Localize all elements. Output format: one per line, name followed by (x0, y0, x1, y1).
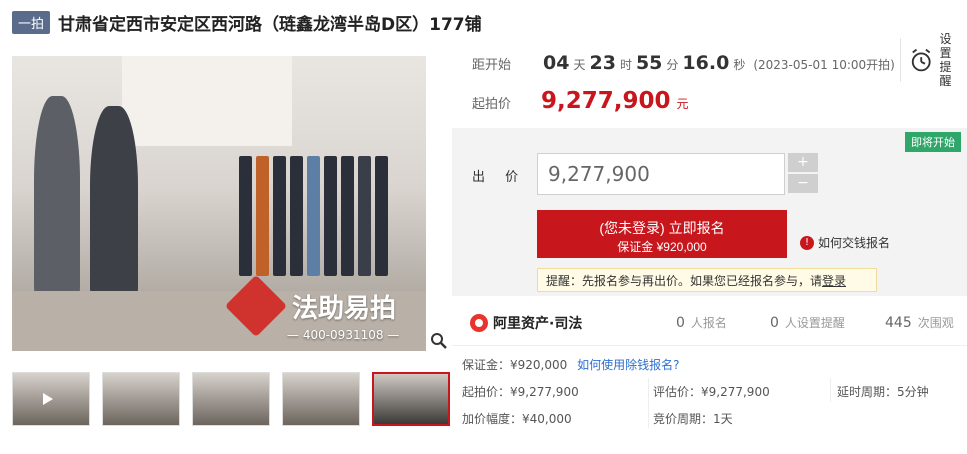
countdown-minutes-unit: 分 (666, 58, 679, 72)
countdown-label: 距开始 (472, 58, 512, 73)
auction-details: 保证金：¥920,000 如何使用除钱报名? 起拍价：¥9,277,900 评估… (452, 352, 967, 452)
watermark-text: 法助易拍 (292, 293, 397, 324)
detail-appraisal: 评估价：¥9,277,900 (653, 385, 770, 399)
auction-round-badge: 一拍 (12, 10, 51, 34)
detail-delay: 延时周期：5分钟 (837, 385, 929, 399)
enrolled-label: 人报名 (690, 316, 727, 330)
reminders-label: 人设置提醒 (784, 316, 845, 330)
countdown-days: 04 (543, 52, 570, 74)
set-reminder-line1: 设置 (939, 32, 952, 60)
enrolled-count: 0 (676, 315, 685, 331)
photo-mannequin (90, 106, 138, 306)
start-price-unit: 元 (676, 97, 689, 111)
enroll-button-label: (您未登录) 立即报名 (599, 220, 725, 236)
enroll-deposit-label: 保证金 ¥920,000 (617, 240, 707, 254)
thumbnail[interactable] (282, 372, 360, 426)
auction-info: 距开始 04 天 23 时 55 分 16.0 秒 (2023-05-01 10… (452, 32, 967, 128)
zoom-icon[interactable] (426, 328, 452, 354)
enrolled-stat: 0 人报名 (676, 314, 727, 331)
login-reminder: 提醒：先报名参与再出价。如果您已经报名参与，请 登录 (537, 268, 877, 292)
detail-cycle: 竞价周期：1天 (653, 412, 733, 426)
reminder-text: 提醒：先报名参与再出价。如果您已经报名参与，请 (546, 273, 823, 288)
thumbnail-strip (12, 372, 462, 426)
countdown-seconds-unit: 秒 (733, 58, 746, 72)
bid-panel: 即将开始 出 价 9,277,900 + − (您未登录) 立即报名 保证金 ¥… (452, 128, 967, 296)
reminders-stat: 0 人设置提醒 (770, 314, 845, 331)
set-reminder-line2: 提醒 (939, 60, 952, 88)
countdown-seconds: 16.0 (682, 52, 730, 74)
countdown-hours: 23 (589, 52, 616, 74)
thumbnail-video[interactable] (12, 372, 90, 426)
views-label: 次围观 (917, 316, 954, 330)
countdown-hours-unit: 时 (619, 58, 632, 72)
start-price-value: 9,277,900 (541, 88, 671, 114)
countdown-days-unit: 天 (573, 58, 586, 72)
how-to-pay-label: 如何交钱报名 (818, 236, 891, 250)
deposit-row: 保证金：¥920,000 如何使用除钱报名? (462, 356, 679, 373)
enroll-button[interactable]: (您未登录) 立即报名 保证金 ¥920,000 (537, 210, 787, 258)
thumbnail[interactable] (102, 372, 180, 426)
watermark-logo-icon (224, 274, 288, 338)
deposit-text: 保证金：¥920,000 (462, 358, 568, 372)
countdown-minutes: 55 (635, 52, 663, 74)
ali-judicial-logo: 阿里资产·司法 (470, 313, 582, 333)
detail-start-price: 起拍价：¥9,277,900 (462, 385, 579, 399)
set-reminder-button[interactable]: 设置 提醒 (900, 32, 962, 88)
bid-price-input[interactable]: 9,277,900 (537, 153, 785, 195)
watermark: 法助易拍 (224, 274, 397, 338)
deposit-help-link[interactable]: 如何使用除钱报名? (577, 358, 679, 372)
bid-label: 出 价 (472, 170, 527, 185)
play-icon (43, 393, 53, 405)
start-price-row: 起拍价 9,277,900 元 (472, 88, 689, 114)
ali-brand-text: 阿里资产·司法 (493, 315, 583, 332)
how-to-pay-link[interactable]: ! 如何交钱报名 (800, 234, 890, 251)
login-link[interactable]: 登录 (822, 272, 846, 289)
increase-bid-button[interactable]: + (788, 153, 818, 172)
reminders-count: 0 (770, 315, 779, 331)
thumbnail-active[interactable] (372, 372, 450, 426)
stats-bar: 阿里资产·司法 0 人报名 0 人设置提醒 445 次围观 (452, 300, 967, 346)
main-photo[interactable]: 法助易拍 — 400-0931108 — (12, 56, 426, 351)
info-icon: ! (800, 235, 814, 250)
countdown-start-time: (2023-05-01 10:00开拍) (753, 58, 895, 72)
decrease-bid-button[interactable]: − (788, 174, 818, 193)
divider (648, 378, 649, 428)
views-count: 445 (885, 315, 912, 331)
photo-wall (122, 56, 292, 146)
start-price-label: 起拍价 (472, 97, 512, 112)
status-badge: 即将开始 (905, 132, 961, 152)
ali-logo-icon (470, 313, 488, 332)
photo-mannequin (34, 96, 80, 306)
views-stat: 445 次围观 (885, 314, 954, 331)
alarm-clock-icon (911, 48, 931, 72)
photo-clothes-rack (234, 148, 414, 298)
thumbnail[interactable] (192, 372, 270, 426)
detail-increment: 加价幅度：¥40,000 (462, 412, 572, 426)
watermark-phone: — 400-0931108 — (287, 328, 400, 342)
page-title: 甘肃省定西市安定区西河路（琏鑫龙湾半岛D区）177铺 (58, 14, 482, 35)
countdown: 距开始 04 天 23 时 55 分 16.0 秒 (2023-05-01 10… (472, 52, 895, 74)
divider (830, 378, 831, 402)
